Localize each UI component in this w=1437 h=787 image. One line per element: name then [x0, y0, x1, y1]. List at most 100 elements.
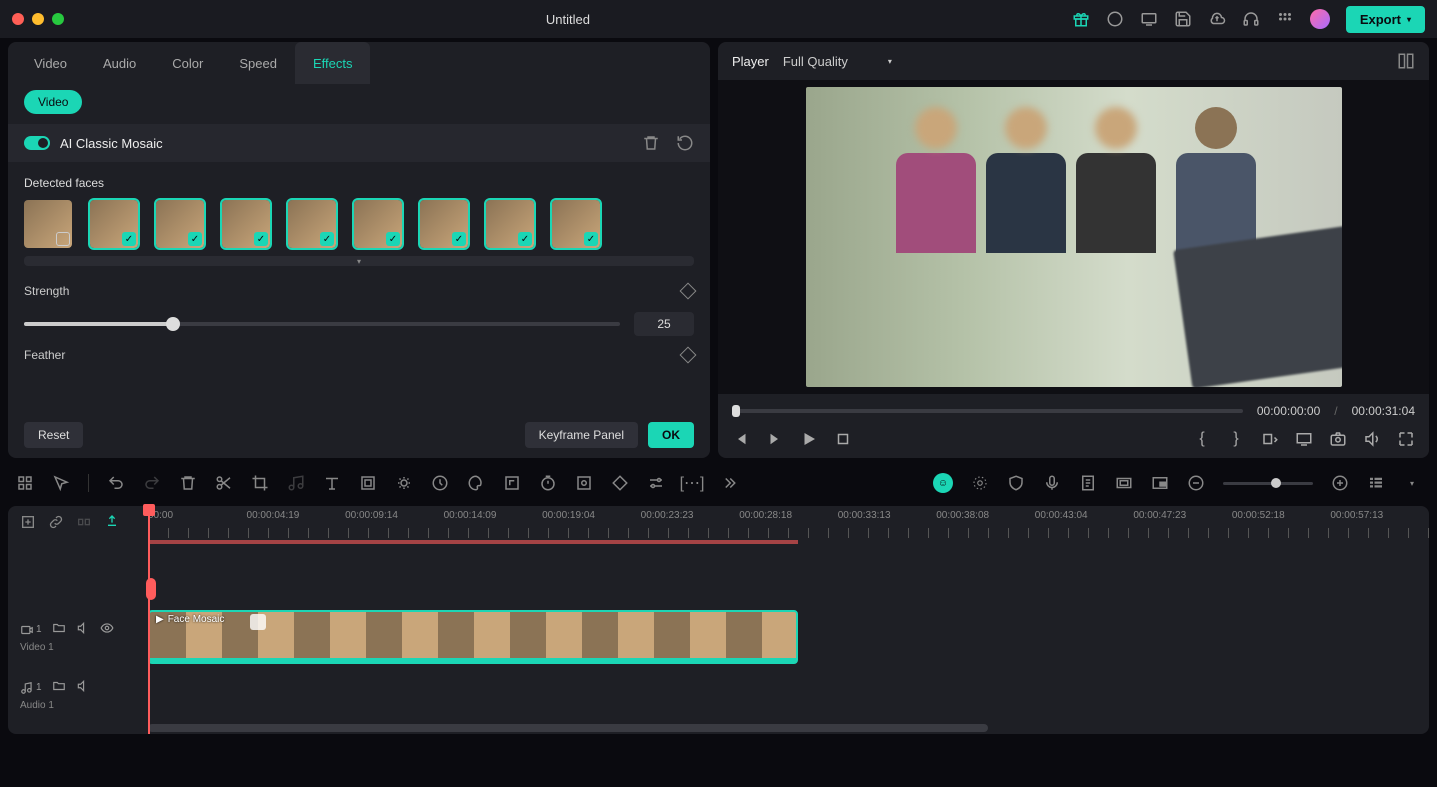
slider-thumb[interactable] — [166, 317, 180, 331]
mic-icon[interactable] — [1043, 474, 1061, 492]
zoom-in-icon[interactable] — [1331, 474, 1349, 492]
tab-color[interactable]: Color — [154, 42, 221, 84]
face-thumb-1[interactable]: ✓ — [90, 200, 138, 248]
cursor-icon[interactable] — [52, 474, 70, 492]
reset-effect-icon[interactable] — [676, 134, 694, 152]
video-clip[interactable]: ▶ Face Mosaic — [148, 610, 798, 664]
apps-icon[interactable] — [1276, 10, 1294, 28]
delete-effect-icon[interactable] — [642, 134, 660, 152]
mark-out-icon[interactable]: } — [1227, 430, 1245, 448]
headphones-icon[interactable] — [1242, 10, 1260, 28]
tab-video[interactable]: Video — [16, 42, 85, 84]
redo-icon[interactable] — [143, 474, 161, 492]
marker-dropdown-icon[interactable] — [1261, 430, 1279, 448]
sparkle-icon[interactable] — [971, 474, 989, 492]
scale-icon[interactable] — [503, 474, 521, 492]
save-icon[interactable] — [1174, 10, 1192, 28]
expand-faces-button[interactable]: ▾ — [24, 256, 694, 266]
aspect-icon[interactable] — [1115, 474, 1133, 492]
keyframe-panel-button[interactable]: Keyframe Panel — [525, 422, 638, 448]
zoom-slider[interactable] — [1223, 482, 1313, 485]
pip-icon[interactable] — [1151, 474, 1169, 492]
marker-tool-icon[interactable] — [104, 514, 120, 530]
folder-icon[interactable] — [52, 621, 66, 638]
track-icon[interactable] — [575, 474, 593, 492]
layout-grid-icon[interactable] — [1397, 52, 1415, 70]
face-thumb-3[interactable]: ✓ — [222, 200, 270, 248]
tab-effects[interactable]: Effects — [295, 42, 371, 84]
zoom-out-icon[interactable] — [1187, 474, 1205, 492]
scrub-slider[interactable] — [732, 409, 1243, 413]
folder-icon[interactable] — [52, 679, 66, 696]
export-button[interactable]: Export ▾ — [1346, 6, 1425, 33]
palette-icon[interactable] — [467, 474, 485, 492]
mute-icon[interactable] — [76, 621, 90, 638]
preview-viewport[interactable] — [718, 80, 1429, 394]
display-icon[interactable] — [1140, 10, 1158, 28]
cloud-icon[interactable] — [1208, 10, 1226, 28]
prev-frame-button[interactable] — [732, 430, 750, 448]
strength-value[interactable]: 25 — [634, 312, 694, 336]
text-icon[interactable] — [323, 474, 341, 492]
face-thumb-6[interactable]: ✓ — [420, 200, 468, 248]
face-thumb-8[interactable]: ✓ — [552, 200, 600, 248]
maximize-window[interactable] — [52, 13, 64, 25]
play-button[interactable] — [800, 430, 818, 448]
mark-in-icon[interactable]: { — [1193, 430, 1211, 448]
timer-icon[interactable] — [539, 474, 557, 492]
quality-select[interactable]: Full Quality ▾ — [783, 54, 892, 69]
link-icon[interactable] — [48, 514, 64, 530]
magnet-icon[interactable] — [16, 474, 34, 492]
scrub-thumb[interactable] — [732, 405, 740, 417]
delete-icon[interactable] — [179, 474, 197, 492]
timeline-scrollbar[interactable] — [148, 724, 988, 732]
next-frame-button[interactable] — [766, 430, 784, 448]
strength-slider[interactable] — [24, 322, 620, 326]
face-thumb-4[interactable]: ✓ — [288, 200, 336, 248]
record-icon[interactable] — [1106, 10, 1124, 28]
crop-icon[interactable] — [251, 474, 269, 492]
snapshot-icon[interactable] — [1329, 430, 1347, 448]
avatar-icon[interactable] — [1310, 9, 1330, 29]
dropdown-icon[interactable]: ▾ — [1403, 474, 1421, 492]
add-track-icon[interactable] — [20, 514, 36, 530]
ok-button[interactable]: OK — [648, 422, 694, 448]
effect-toggle[interactable] — [24, 136, 50, 150]
stop-button[interactable] — [834, 430, 852, 448]
group-icon[interactable] — [76, 514, 92, 530]
playhead[interactable] — [148, 506, 150, 734]
face-thumb-2[interactable]: ✓ — [156, 200, 204, 248]
more-tools-icon[interactable]: [⋯] — [683, 474, 701, 492]
tab-audio[interactable]: Audio — [85, 42, 154, 84]
shield-icon[interactable] — [1007, 474, 1025, 492]
zoom-thumb[interactable] — [1271, 478, 1281, 488]
list-view-icon[interactable] — [1367, 474, 1385, 492]
feather-keyframe-icon[interactable] — [680, 347, 697, 364]
undo-icon[interactable] — [107, 474, 125, 492]
overflow-icon[interactable] — [719, 474, 737, 492]
speed-icon[interactable] — [431, 474, 449, 492]
frame-icon[interactable] — [359, 474, 377, 492]
split-icon[interactable] — [215, 474, 233, 492]
adjust-icon[interactable] — [647, 474, 665, 492]
subtab-video[interactable]: Video — [24, 90, 82, 114]
face-thumb-0[interactable] — [24, 200, 72, 248]
volume-icon[interactable] — [1363, 430, 1381, 448]
close-window[interactable] — [12, 13, 24, 25]
tab-speed[interactable]: Speed — [221, 42, 295, 84]
detach-icon[interactable] — [1295, 430, 1313, 448]
face-thumb-7[interactable]: ✓ — [486, 200, 534, 248]
fullscreen-icon[interactable] — [1397, 430, 1415, 448]
keyframe-icon[interactable] — [611, 474, 629, 492]
gift-icon[interactable] — [1072, 10, 1090, 28]
music-icon[interactable] — [287, 474, 305, 492]
ai-badge-icon[interactable]: ☺ — [933, 473, 953, 493]
notes-icon[interactable] — [1079, 474, 1097, 492]
color-picker-icon[interactable] — [395, 474, 413, 492]
mute-icon[interactable] — [76, 679, 90, 696]
face-thumb-5[interactable]: ✓ — [354, 200, 402, 248]
strength-keyframe-icon[interactable] — [680, 283, 697, 300]
minimize-window[interactable] — [32, 13, 44, 25]
visibility-icon[interactable] — [100, 621, 114, 638]
reset-button[interactable]: Reset — [24, 422, 83, 448]
